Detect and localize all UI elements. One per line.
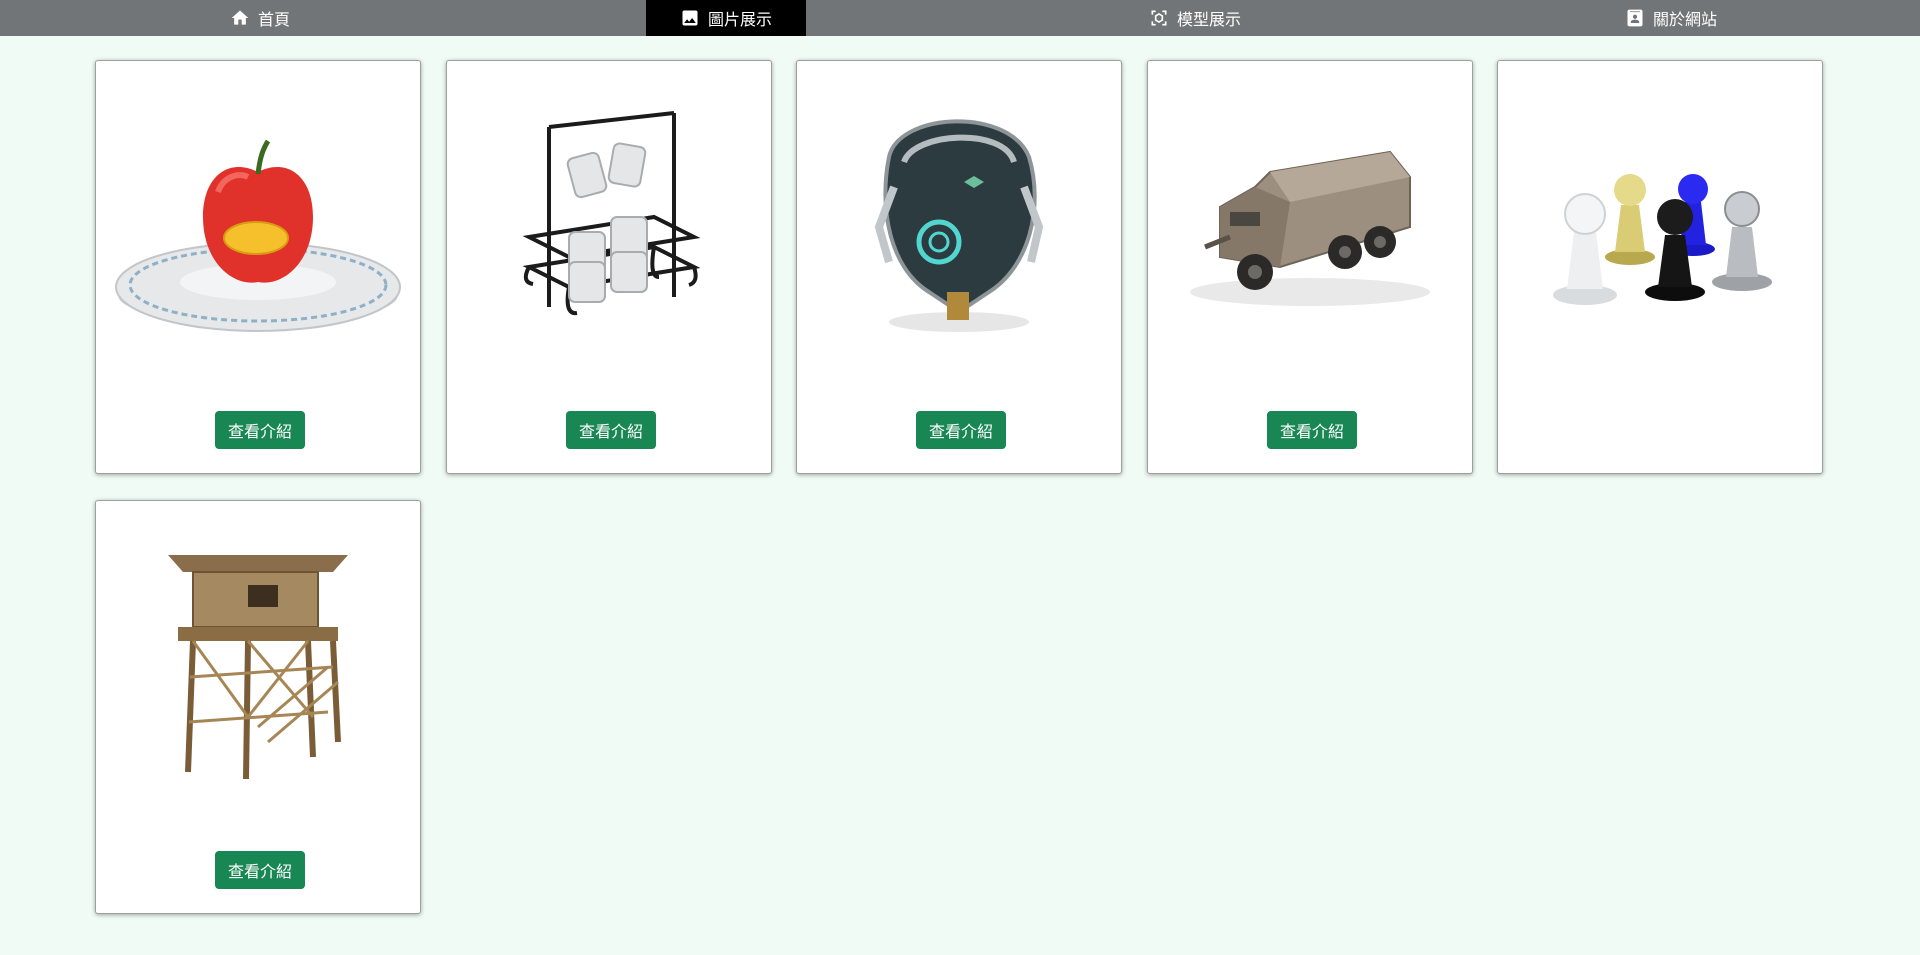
view-intro-button[interactable]: 查看介紹 (566, 411, 656, 449)
image-icon (682, 10, 698, 26)
model-3d-icon (1151, 10, 1167, 26)
gallery-card-chess-pawns (1497, 60, 1823, 474)
gallery-card-helmet: 查看介紹 (796, 60, 1122, 474)
apple-on-plate-image (115, 139, 401, 332)
mug-rack-image (522, 111, 701, 316)
gallery-card-watchtower: 查看介紹 (95, 500, 421, 914)
gallery-card-apple: 查看介紹 (95, 60, 421, 474)
chess-pawns-image (1553, 174, 1772, 305)
gallery-card-truck: 查看介紹 (1147, 60, 1473, 474)
nav-home-label: 首頁 (257, 10, 290, 29)
view-intro-button[interactable]: 查看介紹 (215, 411, 305, 449)
contact-card-icon (1627, 9, 1643, 27)
nav-models-label: 模型展示 (1176, 10, 1241, 29)
sci-fi-helmet-image (874, 119, 1044, 332)
nav-models-link[interactable]: 模型展示 (1135, 0, 1255, 36)
nav-images-label: 圖片展示 (707, 10, 772, 29)
nav-about-label: 關於網站 (1652, 10, 1717, 29)
home-icon (231, 10, 249, 25)
wooden-watchtower-image (168, 555, 348, 780)
view-intro-button[interactable]: 查看介紹 (1267, 411, 1357, 449)
nav-images-link[interactable]: 圖片展示 (646, 0, 806, 36)
view-intro-button[interactable]: 查看介紹 (916, 411, 1006, 449)
view-intro-button[interactable]: 查看介紹 (215, 851, 305, 889)
armored-truck-image (1190, 150, 1430, 306)
nav-home-link[interactable]: 首頁 (210, 0, 310, 36)
gallery-card-mug-rack: 查看介紹 (446, 60, 772, 474)
nav-about-link[interactable]: 關於網站 (1606, 0, 1736, 36)
top-navbar: 首頁 圖片展示 模型展示 關於網站 (0, 0, 1920, 36)
